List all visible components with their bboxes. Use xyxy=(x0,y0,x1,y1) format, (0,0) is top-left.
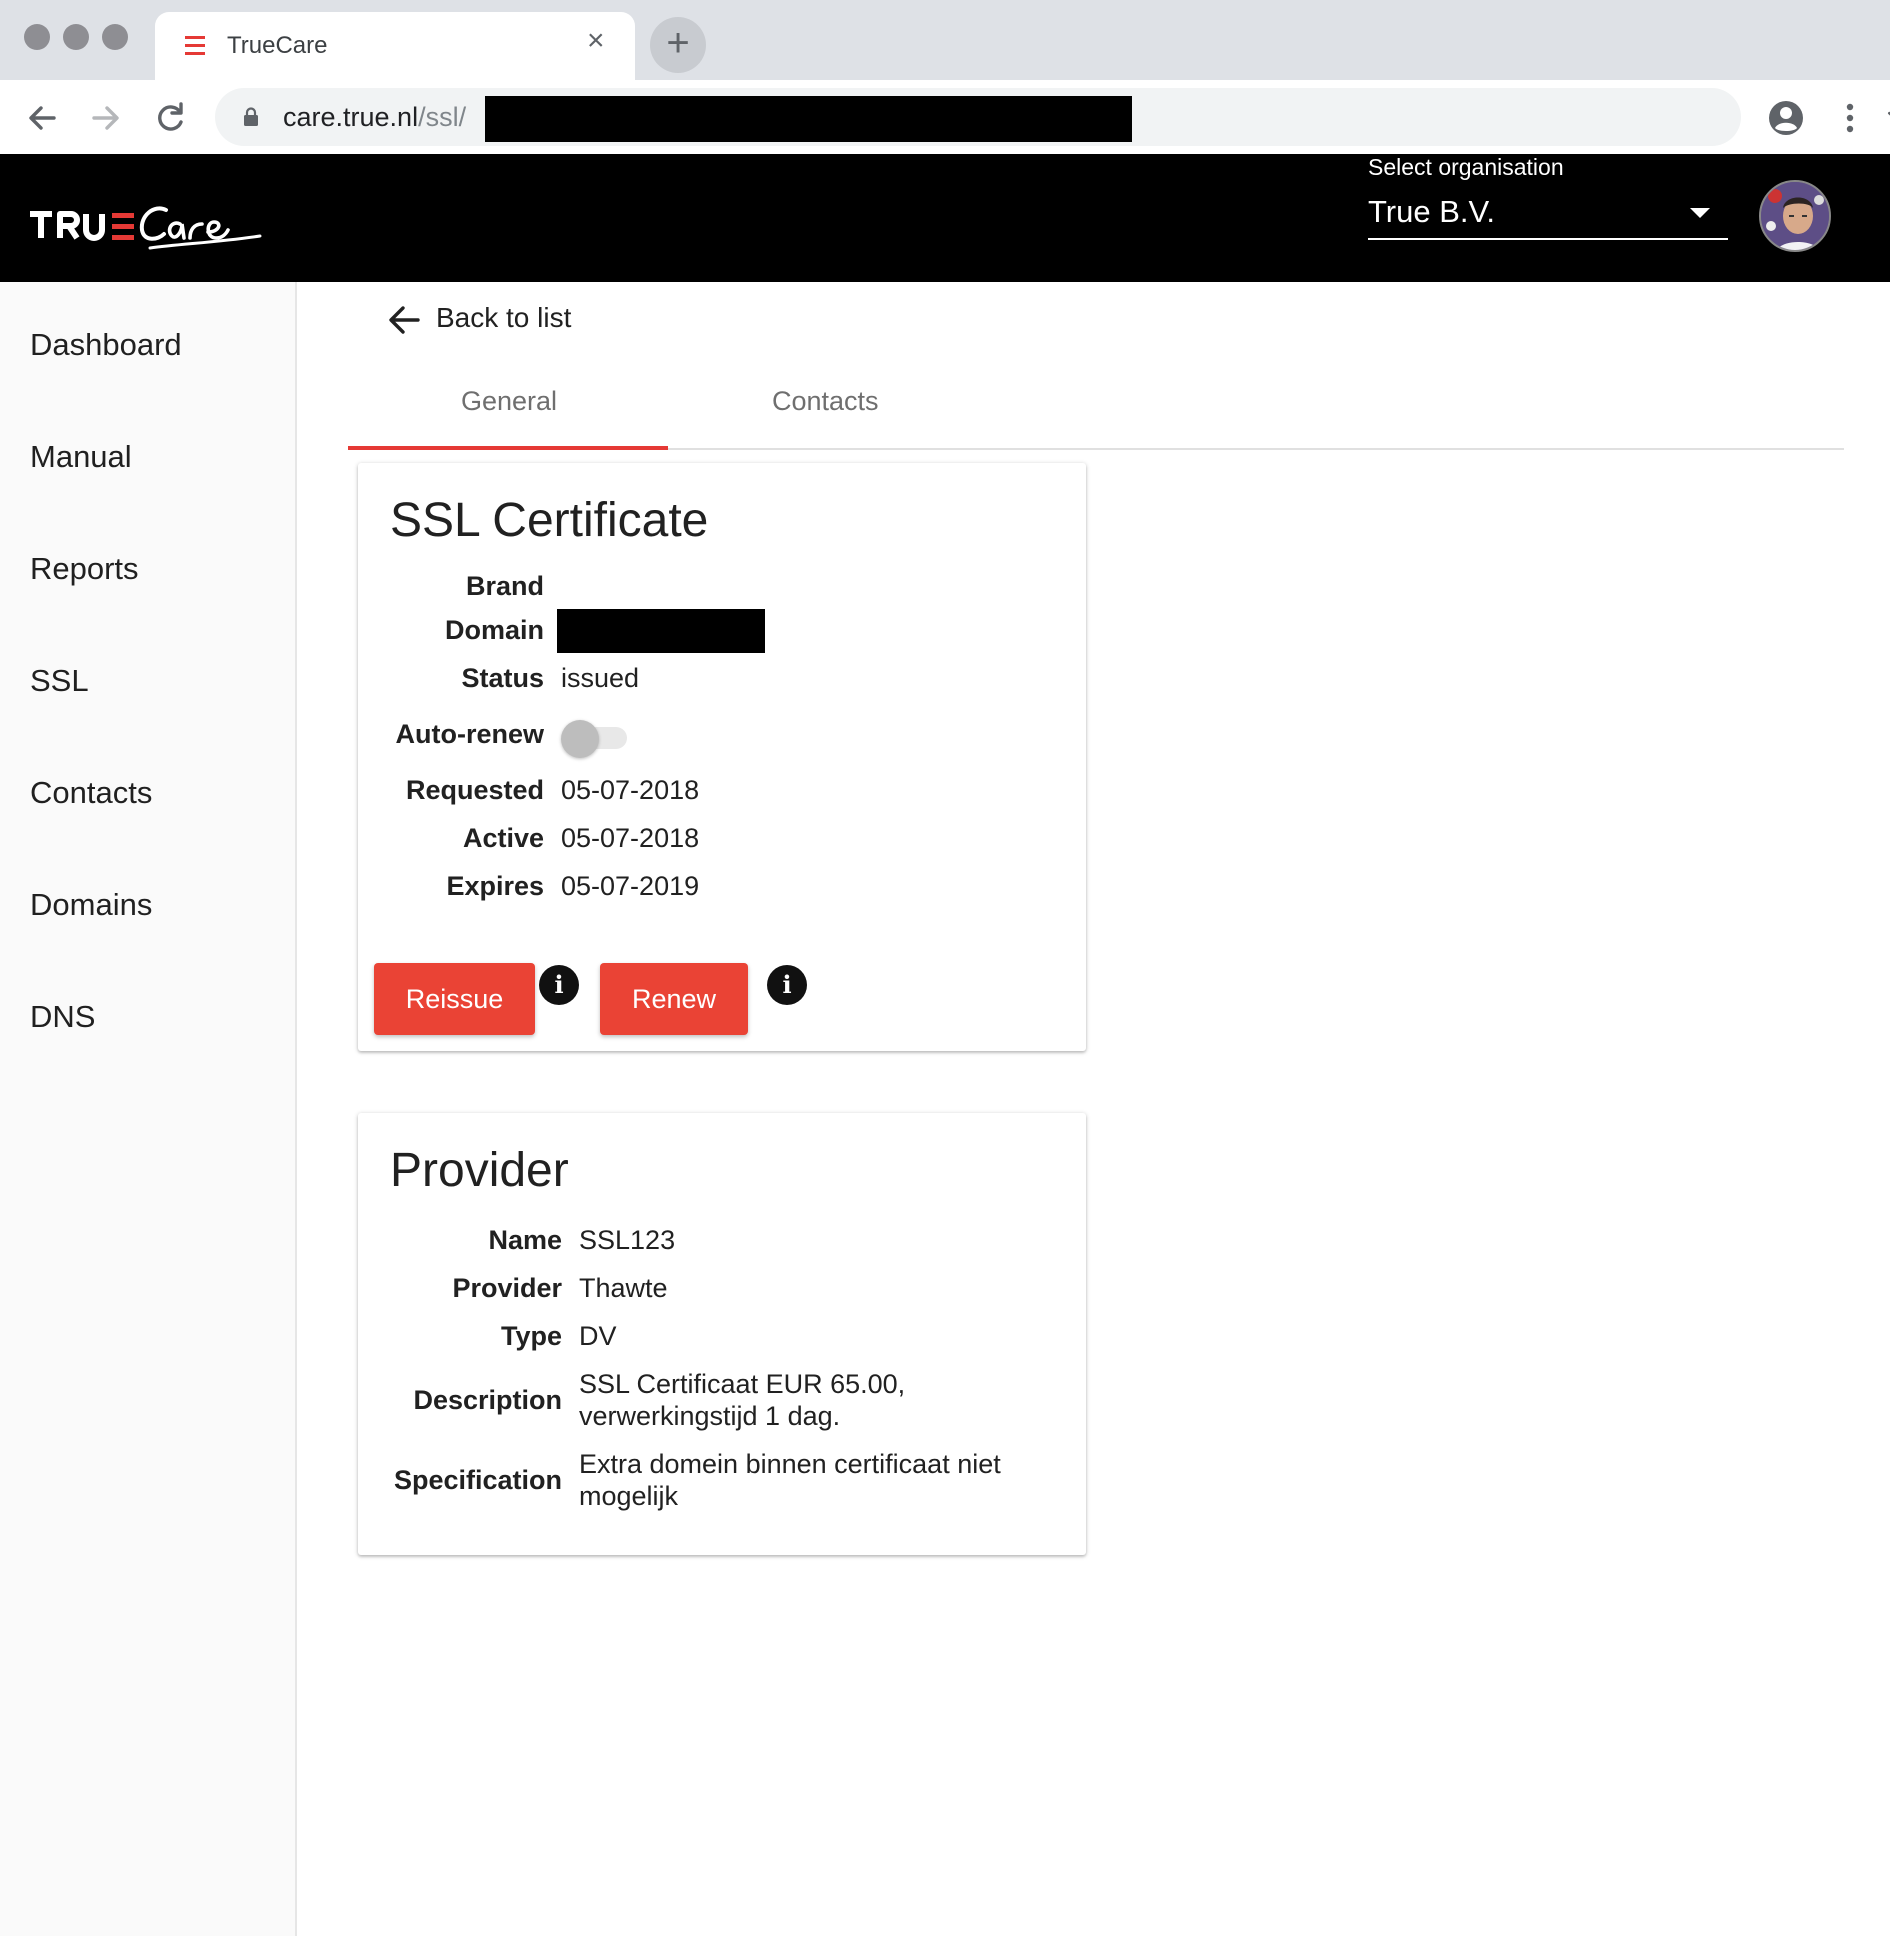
sidebar-item-dns[interactable]: DNS xyxy=(30,999,95,1035)
status-value: issued xyxy=(561,663,640,693)
dropdown-caret-icon xyxy=(1690,208,1710,218)
bookmark-star-icon[interactable] xyxy=(1885,100,1890,134)
tab-close-icon[interactable]: × xyxy=(587,26,605,56)
profile-icon[interactable] xyxy=(1766,98,1806,138)
type-label: Type xyxy=(500,1321,562,1351)
brand-label: Brand xyxy=(465,571,544,601)
specification-value-line2: mogelijk xyxy=(579,1481,679,1511)
lock-icon xyxy=(244,107,258,126)
org-select[interactable]: True B.V. xyxy=(1368,188,1728,240)
reissue-button[interactable]: Reissue xyxy=(374,963,535,1035)
window-close-light[interactable] xyxy=(24,24,50,50)
org-select-label: Select organisation xyxy=(1368,154,1564,180)
description-label: Description xyxy=(413,1385,562,1415)
specification-label: Specification xyxy=(393,1465,562,1495)
forward-arrow-icon[interactable] xyxy=(86,98,126,138)
browser-tab-truecare[interactable]: TrueCare × xyxy=(155,12,635,80)
window-zoom-light[interactable] xyxy=(102,24,128,50)
name-value: SSL123 xyxy=(579,1225,676,1255)
redacted-domain-block xyxy=(557,609,765,653)
description-value-line1: SSL Certificaat EUR 65.00, xyxy=(579,1369,906,1399)
url-text: care.true.nl/ssl/ xyxy=(283,102,467,132)
requested-label: Requested xyxy=(405,775,544,805)
sidebar-item-ssl[interactable]: SSL xyxy=(30,663,89,699)
browser-tabstrip: TrueCare × + xyxy=(0,0,1890,80)
expires-value: 05-07-2019 xyxy=(561,871,700,901)
expires-label: Expires xyxy=(446,871,544,901)
reload-icon[interactable] xyxy=(150,98,190,138)
reissue-info-icon[interactable]: i xyxy=(539,965,579,1005)
name-label: Name xyxy=(488,1225,562,1255)
active-tab-indicator xyxy=(348,446,668,450)
ssl-card-title: SSL Certificate xyxy=(390,494,709,547)
requested-value: 05-07-2018 xyxy=(561,775,700,805)
type-value: DV xyxy=(579,1321,617,1351)
active-label: Active xyxy=(462,823,544,853)
active-value: 05-07-2018 xyxy=(561,823,700,853)
sidebar-item-dashboard[interactable]: Dashboard xyxy=(30,327,182,363)
address-bar[interactable]: care.true.nl/ssl/ xyxy=(215,88,1890,146)
sidebar: Dashboard Manual Reports SSL Contacts Do… xyxy=(0,282,297,1936)
provider-card: Provider Name SSL123 Provider Thawte Typ… xyxy=(358,1113,1086,1555)
sidebar-item-domains[interactable]: Domains xyxy=(30,887,152,923)
back-to-list-label: Back to list xyxy=(436,302,572,333)
truecare-favicon-icon xyxy=(185,36,205,56)
detail-tabs: General Contacts xyxy=(348,370,1844,450)
org-select-value: True B.V. xyxy=(1368,194,1495,229)
tab-contacts[interactable]: Contacts xyxy=(772,386,879,417)
truecare-logo[interactable] xyxy=(30,198,262,254)
sidebar-item-manual[interactable]: Manual xyxy=(30,439,132,475)
provider-card-title: Provider xyxy=(390,1144,569,1197)
renew-info-icon[interactable]: i xyxy=(767,965,807,1005)
ssl-certificate-card: SSL Certificate Brand Domain Status issu… xyxy=(358,463,1086,1051)
window-minimize-light[interactable] xyxy=(63,24,89,50)
specification-value-line1: Extra domein binnen certificaat niet xyxy=(579,1449,1001,1479)
domain-label: Domain xyxy=(444,615,544,645)
autorenew-toggle[interactable] xyxy=(561,720,633,758)
browser-toolbar: care.true.nl/ssl/ xyxy=(0,80,1890,154)
user-avatar[interactable] xyxy=(1759,180,1831,252)
back-arrow-icon[interactable] xyxy=(22,98,62,138)
autorenew-label: Auto-renew xyxy=(395,719,545,749)
status-label: Status xyxy=(461,663,544,693)
arrow-left-icon xyxy=(389,306,420,334)
redacted-url-block xyxy=(485,96,1132,142)
new-tab-button[interactable]: + xyxy=(650,17,706,73)
provider-value: Thawte xyxy=(579,1273,668,1303)
sidebar-item-reports[interactable]: Reports xyxy=(30,551,139,587)
sidebar-item-contacts[interactable]: Contacts xyxy=(30,775,152,811)
app-header: Select organisation True B.V. xyxy=(0,154,1890,282)
tab-title: TrueCare xyxy=(227,32,328,59)
provider-label: Provider xyxy=(452,1273,562,1303)
avatar-photo xyxy=(1761,182,1829,250)
description-value-line2: verwerkingstijd 1 dag. xyxy=(579,1401,841,1431)
tab-general[interactable]: General xyxy=(461,386,557,417)
browser-menu-icon[interactable] xyxy=(1830,98,1870,138)
renew-button[interactable]: Renew xyxy=(600,963,748,1035)
